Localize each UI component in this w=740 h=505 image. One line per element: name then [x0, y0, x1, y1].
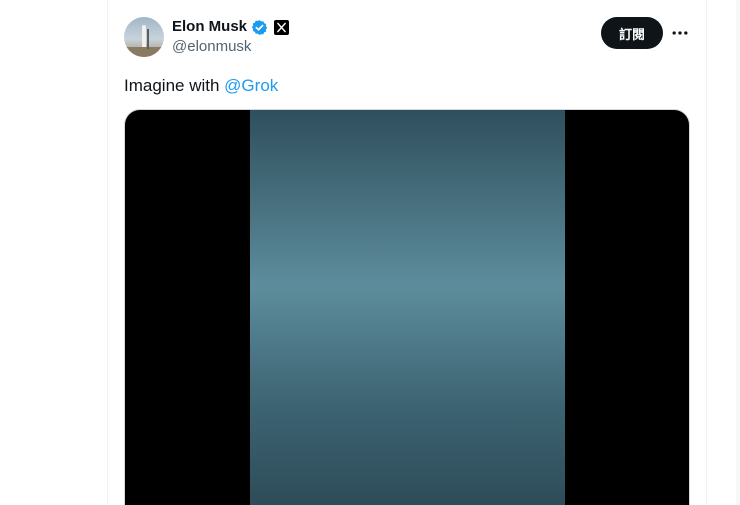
- ellipsis-icon: [672, 31, 688, 35]
- more-options-button[interactable]: [668, 21, 692, 45]
- verified-badge-icon: [251, 19, 268, 36]
- page: Elon Musk @elonmusk 訂閱 Imagine with @Gro…: [0, 0, 740, 505]
- avatar[interactable]: [124, 17, 164, 57]
- avatar-rocket: [142, 25, 146, 47]
- x-affiliate-icon[interactable]: [274, 19, 290, 35]
- grok-mention-link[interactable]: @Grok: [224, 76, 278, 95]
- author-handle[interactable]: @elonmusk: [172, 38, 251, 56]
- media-image-placeholder: [250, 110, 565, 505]
- tweet-text: Imagine with @Grok: [124, 75, 278, 97]
- right-panel-edge: [736, 0, 740, 505]
- tweet-text-prefix: Imagine with: [124, 76, 225, 95]
- subscribe-button[interactable]: 訂閱: [601, 17, 663, 49]
- author-name-row: Elon Musk: [172, 18, 290, 36]
- avatar-launch-tower: [147, 29, 149, 49]
- media-image[interactable]: [250, 110, 565, 505]
- author-display-name[interactable]: Elon Musk: [172, 18, 247, 36]
- tweet-media[interactable]: [124, 109, 690, 505]
- avatar-ground: [124, 47, 164, 57]
- tweet: Elon Musk @elonmusk 訂閱 Imagine with @Gro…: [108, 0, 706, 505]
- right-column-divider: [706, 0, 707, 505]
